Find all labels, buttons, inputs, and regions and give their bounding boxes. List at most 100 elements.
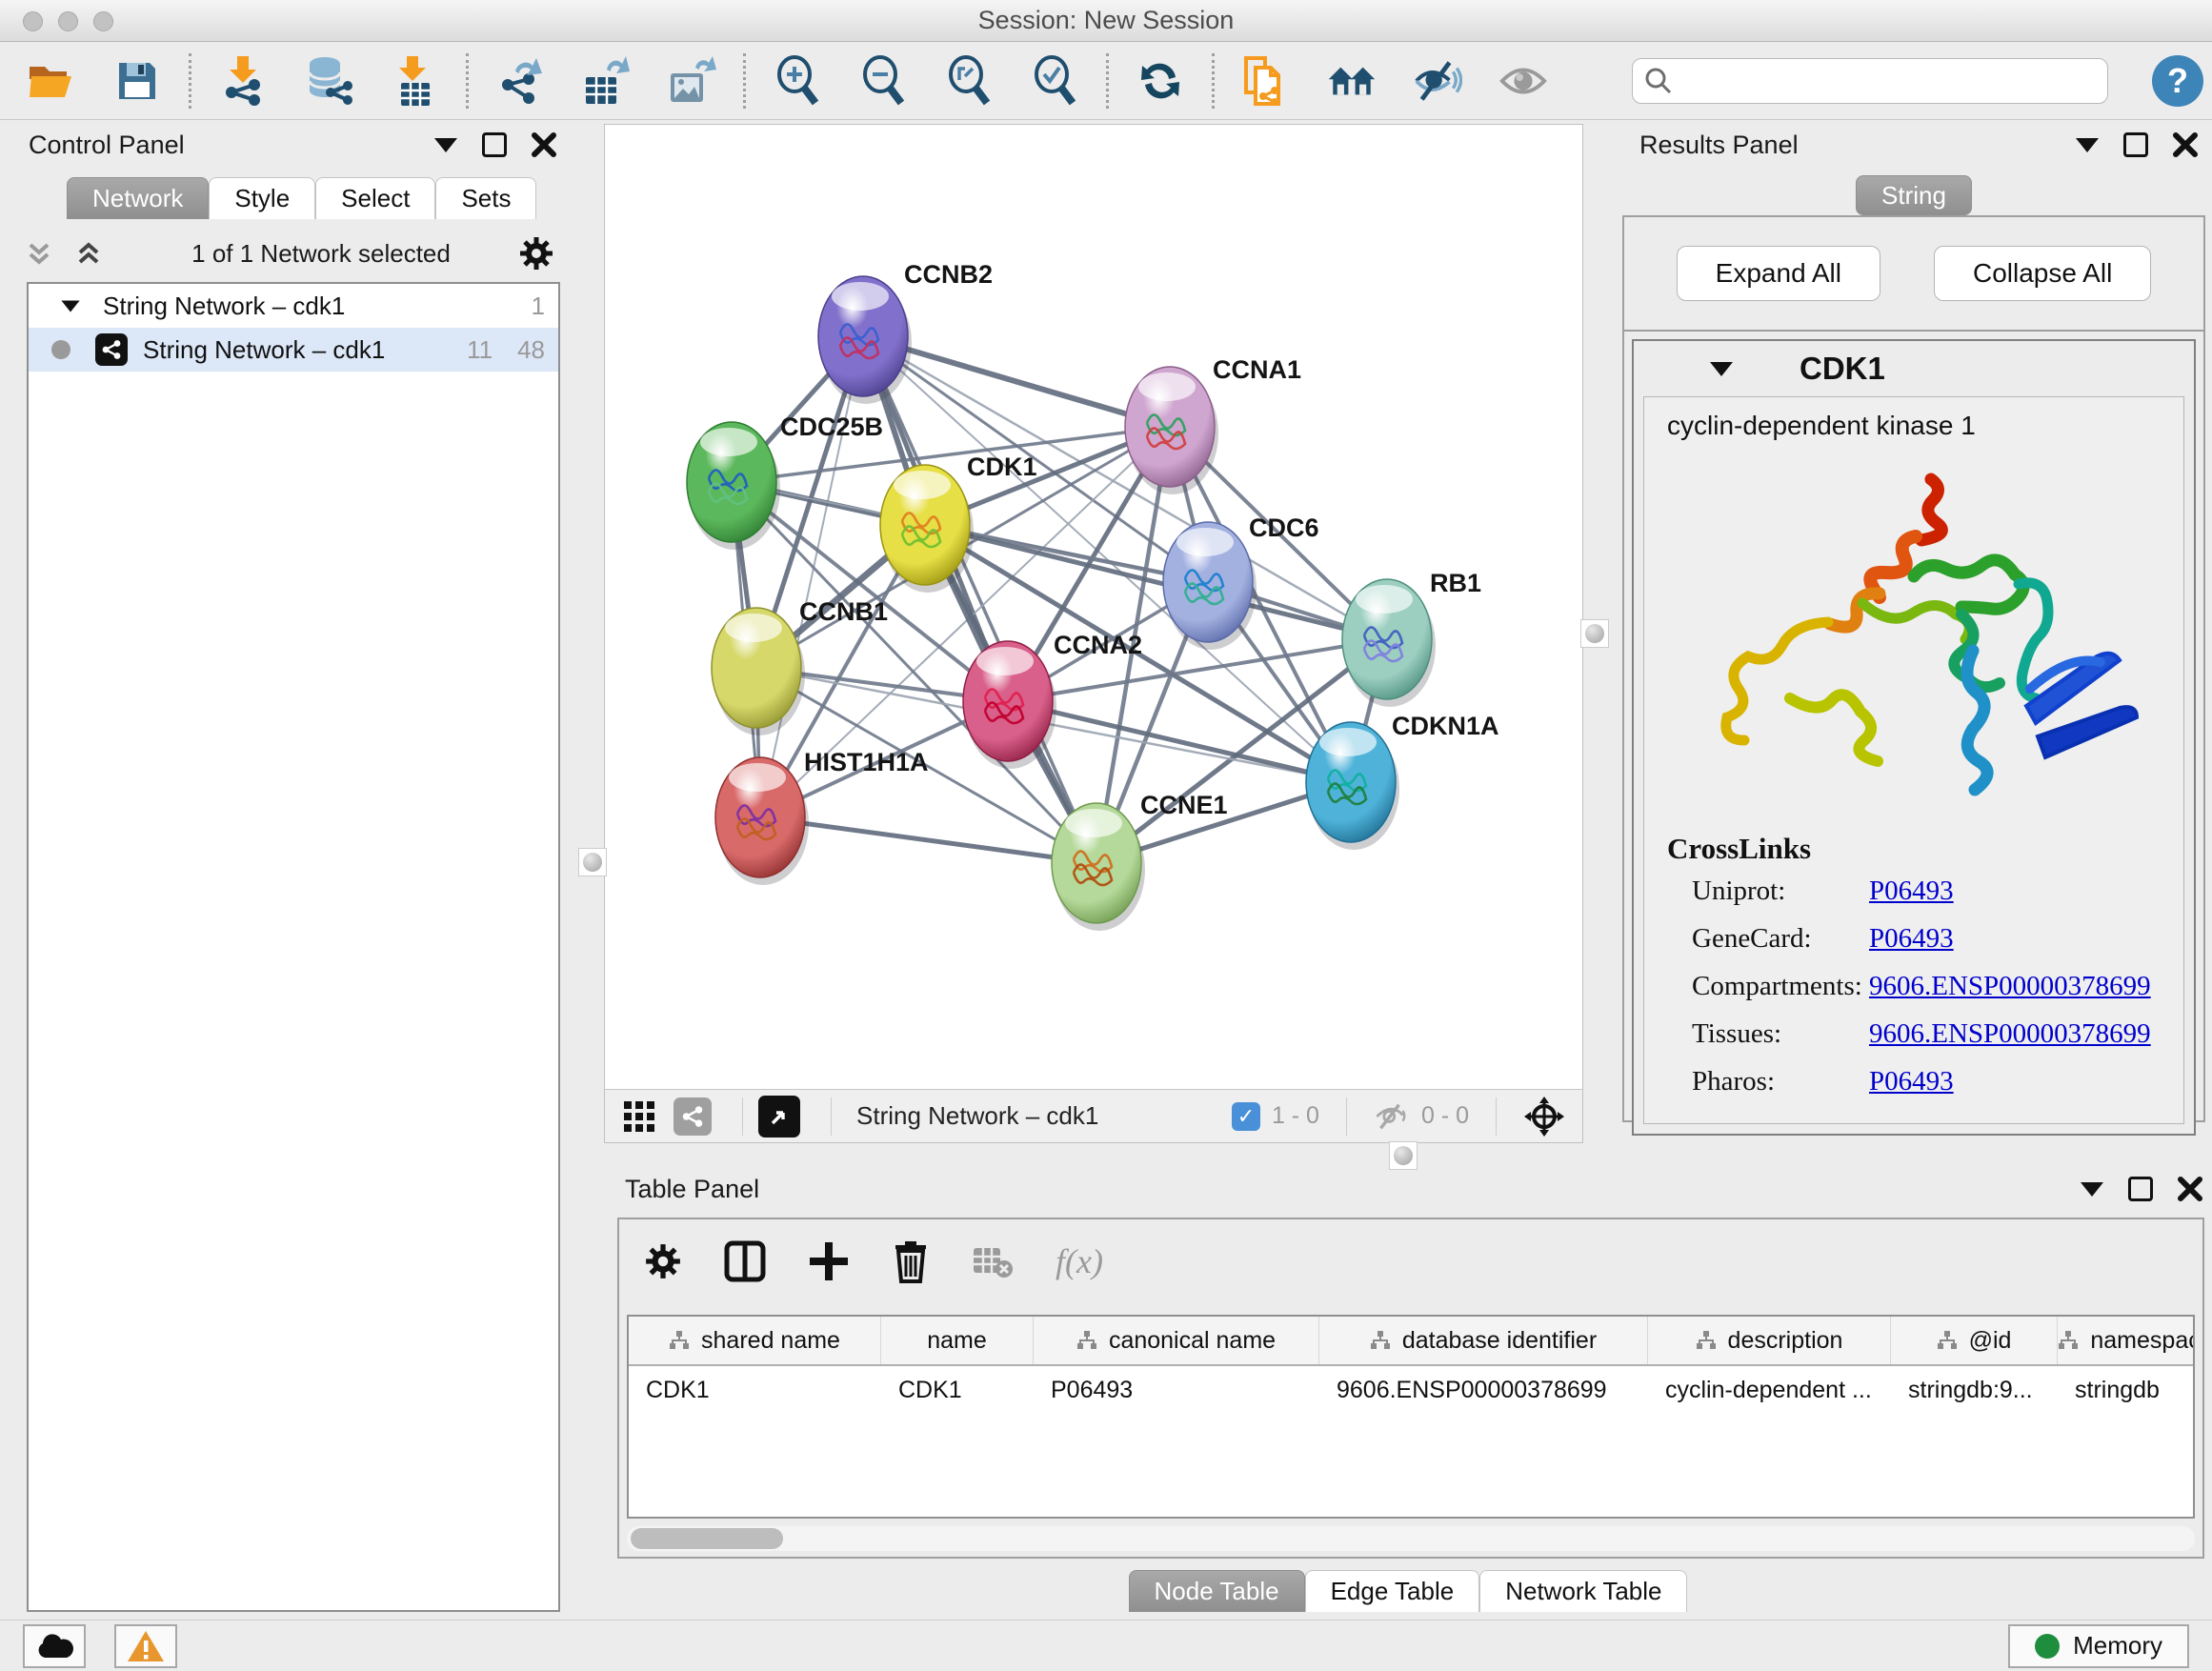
tab-node-table[interactable]: Node Table bbox=[1129, 1570, 1305, 1612]
close-panel-icon[interactable] bbox=[2178, 1177, 2202, 1201]
add-column-plus-icon[interactable] bbox=[808, 1240, 850, 1282]
panel-menu-icon[interactable] bbox=[2081, 1182, 2103, 1197]
hidden-eye-icon[interactable] bbox=[1374, 1102, 1410, 1131]
network-node-cdk1[interactable]: CDK1 bbox=[880, 453, 1037, 593]
column-header-name[interactable]: name bbox=[881, 1317, 1034, 1364]
refresh-view-button[interactable] bbox=[1136, 56, 1185, 106]
network-node-cdkn1a[interactable]: CDKN1A bbox=[1306, 712, 1499, 850]
crosslink-link[interactable]: 9606.ENSP00000378699 bbox=[1869, 971, 2151, 1002]
panel-menu-icon[interactable] bbox=[2076, 138, 2099, 152]
table-cell[interactable]: P06493 bbox=[1034, 1377, 1319, 1404]
tab-network-table[interactable]: Network Table bbox=[1479, 1570, 1687, 1612]
network-node-cdc6[interactable]: CDC6 bbox=[1163, 513, 1319, 650]
column-header-shared-name[interactable]: shared name bbox=[629, 1317, 881, 1364]
tab-select[interactable]: Select bbox=[315, 177, 435, 219]
table-cell[interactable]: CDK1 bbox=[629, 1377, 881, 1404]
network-canvas[interactable]: CCNB2CCNA1CDC25BCDK1CDC6RB1CCNB1CCNA2CDK… bbox=[605, 125, 1582, 1089]
tab-style[interactable]: Style bbox=[209, 177, 315, 219]
network-node-ccnb1[interactable]: CCNB1 bbox=[712, 597, 888, 735]
network-view-mode-icon[interactable] bbox=[674, 1097, 712, 1136]
new-network-from-selection-button[interactable] bbox=[1241, 56, 1291, 106]
save-session-button[interactable] bbox=[112, 56, 162, 106]
close-window-icon[interactable] bbox=[23, 11, 43, 31]
close-panel-icon[interactable] bbox=[532, 132, 556, 157]
crosslink-link[interactable]: 9606.ENSP00000378699 bbox=[1869, 1018, 2151, 1050]
table-options-gear-icon[interactable] bbox=[644, 1242, 682, 1280]
delete-table-icon[interactable] bbox=[972, 1244, 1014, 1278]
table-cell[interactable]: stringdb:9... bbox=[1891, 1377, 2058, 1404]
zoom-out-button[interactable] bbox=[858, 56, 908, 106]
tab-network[interactable]: Network bbox=[67, 177, 209, 219]
pan-crosshair-icon[interactable] bbox=[1523, 1096, 1565, 1137]
network-node-ccnb2[interactable]: CCNB2 bbox=[818, 260, 993, 404]
close-panel-icon[interactable] bbox=[2173, 132, 2198, 157]
zoom-in-button[interactable] bbox=[773, 56, 822, 106]
warnings-button[interactable] bbox=[114, 1624, 177, 1668]
help-button[interactable]: ? bbox=[2152, 55, 2203, 107]
cloud-status-button[interactable] bbox=[23, 1624, 86, 1668]
left-splitter-handle[interactable] bbox=[578, 848, 607, 876]
network-edge[interactable] bbox=[760, 336, 863, 817]
zoom-selected-button[interactable] bbox=[1030, 56, 1079, 106]
scrollbar-thumb[interactable] bbox=[631, 1528, 783, 1549]
network-edge[interactable] bbox=[925, 525, 1387, 639]
section-collapse-icon[interactable] bbox=[1710, 362, 1733, 376]
tab-edge-table[interactable]: Edge Table bbox=[1305, 1570, 1480, 1612]
grayed-eye-button[interactable] bbox=[1498, 56, 1548, 106]
minimize-window-icon[interactable] bbox=[58, 11, 78, 31]
search-input[interactable] bbox=[1673, 68, 2096, 95]
network-node-ccna1[interactable]: CCNA1 bbox=[1125, 355, 1301, 494]
table-cell[interactable]: CDK1 bbox=[881, 1377, 1034, 1404]
grid-view-icon[interactable] bbox=[622, 1099, 656, 1134]
crosslink-link[interactable]: P06493 bbox=[1869, 1066, 1954, 1097]
network-view[interactable]: CCNB2CCNA1CDC25BCDK1CDC6RB1CCNB1CCNA2CDK… bbox=[604, 124, 1583, 1143]
table-row[interactable]: CDK1CDK1P064939606.ENSP00000378699cyclin… bbox=[629, 1366, 2193, 1414]
horizontal-splitter-handle[interactable] bbox=[1389, 1141, 1418, 1170]
table-cell[interactable]: stringdb bbox=[2058, 1377, 2195, 1404]
column-header-database-identifier[interactable]: database identifier bbox=[1319, 1317, 1648, 1364]
float-panel-icon[interactable] bbox=[2123, 132, 2148, 157]
network-edge[interactable] bbox=[863, 336, 1096, 863]
network-node-ccne1[interactable]: CCNE1 bbox=[1052, 791, 1228, 931]
table-horizontal-scrollbar[interactable] bbox=[627, 1526, 2195, 1551]
crosslink-link[interactable]: P06493 bbox=[1869, 876, 1954, 907]
table-cell[interactable]: cyclin-dependent ... bbox=[1648, 1377, 1891, 1404]
expand-all-networks-icon[interactable] bbox=[25, 239, 53, 268]
network-node-cdc25b[interactable]: CDC25B bbox=[687, 413, 883, 550]
collapse-all-networks-icon[interactable] bbox=[74, 239, 103, 268]
column-header-canonical-name[interactable]: canonical name bbox=[1034, 1317, 1319, 1364]
gene-section-header[interactable]: CDK1 bbox=[1634, 341, 2194, 396]
panel-menu-icon[interactable] bbox=[434, 138, 457, 152]
network-options-gear-icon[interactable] bbox=[518, 235, 554, 272]
table-cell[interactable]: 9606.ENSP00000378699 bbox=[1319, 1377, 1648, 1404]
import-table-button[interactable] bbox=[390, 56, 439, 106]
export-table-button[interactable] bbox=[581, 56, 631, 106]
crosslink-link[interactable]: P06493 bbox=[1869, 923, 1954, 955]
export-network-button[interactable] bbox=[495, 56, 545, 106]
tab-sets[interactable]: Sets bbox=[435, 177, 536, 219]
column-header-namespace[interactable]: namespace bbox=[2058, 1317, 2195, 1364]
zoom-fit-button[interactable] bbox=[944, 56, 994, 106]
node-table[interactable]: shared namenamecanonical namedatabase id… bbox=[627, 1315, 2195, 1519]
traffic-lights[interactable] bbox=[23, 11, 113, 31]
float-panel-icon[interactable] bbox=[2128, 1177, 2153, 1201]
delete-trash-icon[interactable] bbox=[892, 1239, 930, 1283]
collection-expand-icon[interactable] bbox=[61, 300, 79, 312]
open-session-button[interactable] bbox=[27, 56, 76, 106]
network-row-selected[interactable]: String Network – cdk1 11 48 bbox=[29, 328, 558, 372]
float-panel-icon[interactable] bbox=[482, 132, 507, 157]
memory-button[interactable]: Memory bbox=[2008, 1624, 2189, 1668]
network-node-rb1[interactable]: RB1 bbox=[1342, 569, 1481, 707]
collapse-all-button[interactable]: Collapse All bbox=[1934, 246, 2151, 301]
import-network-button[interactable] bbox=[218, 56, 268, 106]
birds-eye-view-icon[interactable] bbox=[758, 1096, 800, 1137]
right-splitter-handle[interactable] bbox=[1580, 619, 1609, 648]
function-builder-fx-icon[interactable]: f(x) bbox=[1056, 1241, 1103, 1281]
import-network-from-database-button[interactable] bbox=[304, 56, 353, 106]
column-header-description[interactable]: description bbox=[1648, 1317, 1891, 1364]
network-edge[interactable] bbox=[760, 817, 1096, 863]
search-box[interactable] bbox=[1632, 58, 2108, 104]
zoom-window-icon[interactable] bbox=[93, 11, 113, 31]
tab-string[interactable]: String bbox=[1856, 175, 1972, 215]
selected-checkbox-icon[interactable]: ✓ bbox=[1232, 1102, 1260, 1131]
